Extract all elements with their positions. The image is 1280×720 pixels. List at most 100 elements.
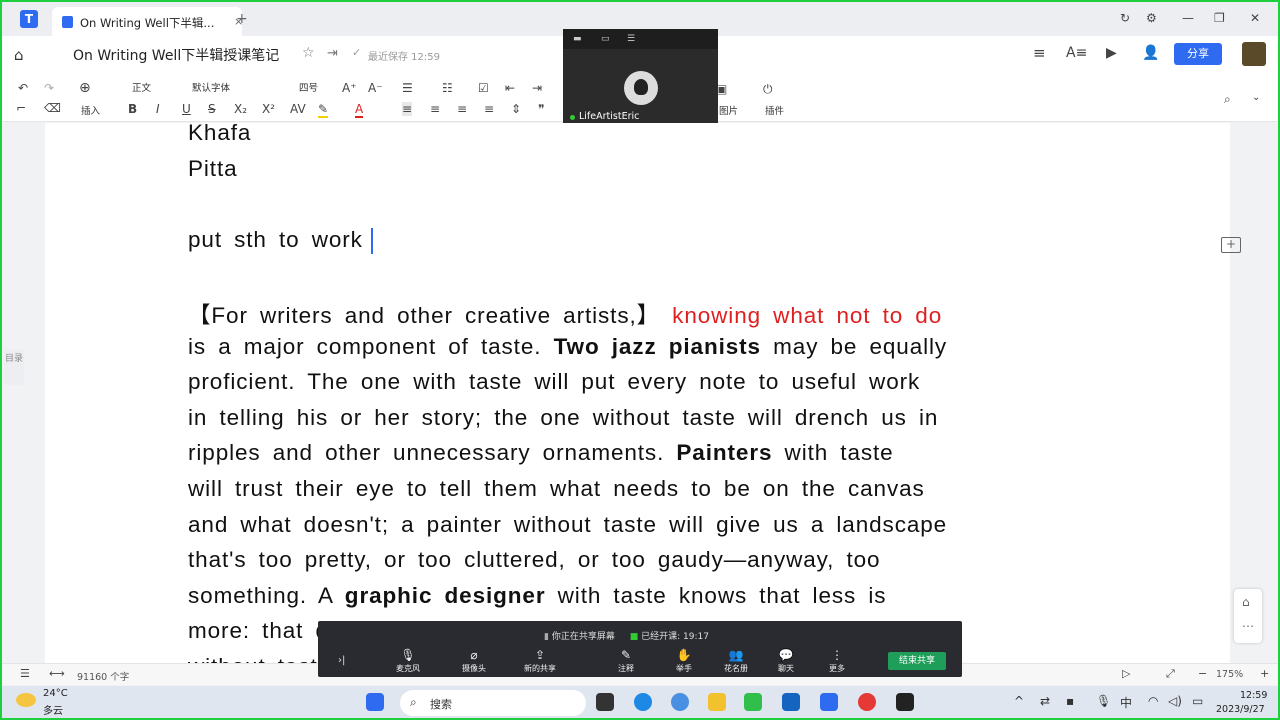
mail-icon[interactable] [782, 693, 800, 711]
superscript-icon[interactable]: X² [262, 102, 275, 116]
close-window-icon[interactable]: ✕ [1250, 11, 1260, 25]
checklist-icon[interactable]: ☑ [478, 81, 489, 95]
tray-expand-icon[interactable]: ^ [1014, 694, 1024, 708]
plugin-label[interactable]: 插件 [765, 103, 784, 117]
search-icon[interactable]: ⌕ [1224, 92, 1231, 107]
meeting-annotate-button[interactable]: ✎ 注释 [606, 648, 646, 674]
plugin-icon[interactable]: ⏻ [763, 82, 773, 97]
doc-paragraph-line[interactable]: ripples and other unnecessary ornaments.… [188, 440, 894, 466]
justify-icon[interactable]: ≡ [484, 102, 494, 116]
insert-label[interactable]: 插入 [81, 103, 100, 117]
docs-app-icon[interactable] [820, 693, 838, 711]
outdent-icon[interactable]: ⇤ [505, 81, 515, 95]
toc-tab[interactable]: 目录 [4, 349, 24, 385]
video-app-icon[interactable] [858, 693, 876, 711]
meeting-camera-button[interactable]: ⌀ 摄像头 [454, 648, 494, 674]
align-left-icon[interactable]: ≡ [402, 102, 413, 116]
line-spacing-icon[interactable]: ⇕ [511, 102, 521, 116]
move-icon[interactable]: ⇥ [327, 47, 338, 60]
end-share-button[interactable]: 结束共享 [888, 652, 946, 670]
document-tab[interactable]: On Writing Well下半辑... × [52, 7, 243, 36]
align-right-icon[interactable]: ≡ [457, 102, 467, 116]
refresh-icon[interactable]: ↻ [1120, 11, 1130, 25]
shirt-icon[interactable]: ⌂ [1242, 595, 1250, 609]
bold-icon[interactable]: B [128, 102, 137, 116]
star-icon[interactable]: ☆ [302, 46, 315, 60]
insert-icon[interactable]: ⊕ [79, 80, 91, 96]
doc-paragraph-line[interactable]: and what doesn't; a painter without tast… [188, 512, 947, 538]
user-avatar[interactable] [1242, 42, 1266, 66]
weather-description[interactable]: 多云 [43, 702, 63, 717]
zoom-in-icon[interactable]: + [1260, 668, 1269, 679]
underline-icon[interactable]: U [182, 102, 191, 116]
wechat-icon[interactable] [744, 693, 762, 711]
font-select[interactable]: 默认字体 [192, 80, 277, 98]
size-select[interactable]: 四号 [299, 80, 334, 98]
file-explorer-icon[interactable] [708, 693, 726, 711]
fit-screen-icon[interactable]: ⤢ [1166, 668, 1175, 679]
style-select[interactable]: 正文 [132, 80, 177, 98]
numbered-list-icon[interactable]: ☷ [442, 81, 453, 95]
tray-app2-icon[interactable]: ▪ [1066, 694, 1074, 708]
mic-tray-icon[interactable]: 🎙 [1096, 694, 1111, 708]
add-comment-icon[interactable]: + [1221, 237, 1241, 253]
maximize-icon[interactable]: ❐ [1214, 11, 1225, 25]
clock-date[interactable]: 2023/9/27 [1216, 704, 1265, 715]
wifi-icon[interactable]: ◠ [1148, 694, 1158, 708]
strikethrough-icon[interactable]: S [208, 102, 216, 116]
collaborators-icon[interactable]: 👤 [1142, 46, 1159, 60]
minimize-icon[interactable]: — [1182, 11, 1194, 25]
more-dots-icon[interactable]: ⋯ [1242, 619, 1254, 633]
zoom-level[interactable]: 175% [1216, 669, 1243, 680]
taskbar-search[interactable]: ⌕ 搜索 [400, 690, 586, 716]
home-icon[interactable]: ⌂ [14, 46, 24, 64]
meeting-roster-button[interactable]: 👥 花名册 [716, 648, 756, 674]
doc-line[interactable]: put sth to work [188, 227, 373, 255]
font-color-icon[interactable]: A [355, 102, 364, 118]
doc-paragraph-line[interactable]: is a major component of taste. Two jazz … [188, 334, 947, 360]
doc-paragraph-line[interactable]: something. A graphic designer with taste… [188, 583, 886, 609]
meeting-mic-button[interactable]: 🎙 麦克风 [388, 648, 428, 674]
add-tab-button[interactable]: + [236, 11, 248, 27]
minimize-video-icon[interactable]: ▬ [573, 34, 582, 44]
meeting-new-share-button[interactable]: ⇪ 新的共享 [520, 648, 560, 674]
undo-icon[interactable]: ↶ [18, 81, 28, 95]
format-painter-icon[interactable]: ⌐ [16, 101, 26, 115]
play-icon[interactable]: ▷ [1122, 668, 1130, 679]
font-grow-icon[interactable]: A⁺ [342, 81, 357, 95]
doc-line[interactable]: Khafa [188, 120, 251, 146]
text-format-icon[interactable]: A≡ [1066, 46, 1087, 60]
meeting-app-icon[interactable] [896, 693, 914, 711]
doc-paragraph-line[interactable]: 【For writers and other creative artists,… [188, 298, 942, 330]
quote-icon[interactable]: ❞ [538, 102, 544, 116]
tray-app-icon[interactable]: ⇄ [1040, 694, 1050, 708]
clock-time[interactable]: 12:59 [1240, 690, 1267, 701]
redo-icon[interactable]: ↷ [44, 81, 54, 95]
font-shrink-icon[interactable]: A⁻ [368, 81, 383, 95]
menu-icon[interactable]: ≡ [1033, 46, 1046, 61]
doc-paragraph-line[interactable]: that's too pretty, or too cluttered, or … [188, 547, 880, 573]
highlight-icon[interactable]: ✎ [318, 102, 329, 118]
meeting-raise-hand-button[interactable]: ✋ 举手 [664, 648, 704, 674]
video-preview[interactable]: ▬ ▭ ☰ LifeArtistEric [563, 29, 718, 123]
letter-spacing-icon[interactable]: AV [290, 102, 306, 116]
italic-icon[interactable]: I [156, 102, 160, 116]
meeting-more-button[interactable]: ⋮ 更多 [817, 648, 857, 674]
doc-paragraph-line[interactable]: proficient. The one with taste will put … [188, 369, 920, 395]
volume-icon[interactable]: ◁) [1168, 694, 1182, 708]
settings-icon[interactable]: ⚙ [1146, 11, 1157, 25]
present-icon[interactable]: ▶ [1106, 46, 1117, 60]
doc-line[interactable]: Pitta [188, 156, 238, 182]
start-menu-icon[interactable] [366, 693, 384, 711]
outline-icon[interactable]: ☰ [20, 668, 30, 679]
subscript-icon[interactable]: X₂ [234, 102, 247, 116]
collapse-meeting-icon[interactable]: ›| [338, 655, 345, 666]
window-video-icon[interactable]: ▭ [601, 34, 610, 44]
word-count[interactable]: 91160 个字 [77, 669, 129, 683]
doc-paragraph-line[interactable]: will trust their eye to tell them what n… [188, 476, 925, 502]
align-center-icon[interactable]: ≡ [430, 102, 440, 116]
doc-paragraph-line[interactable]: in telling his or her story; the one wit… [188, 405, 938, 431]
share-button[interactable]: 分享 [1174, 43, 1222, 65]
collapse-toolbar-icon[interactable]: ⌄ [1252, 92, 1260, 103]
page-width-icon[interactable]: ⟷ [49, 668, 65, 679]
